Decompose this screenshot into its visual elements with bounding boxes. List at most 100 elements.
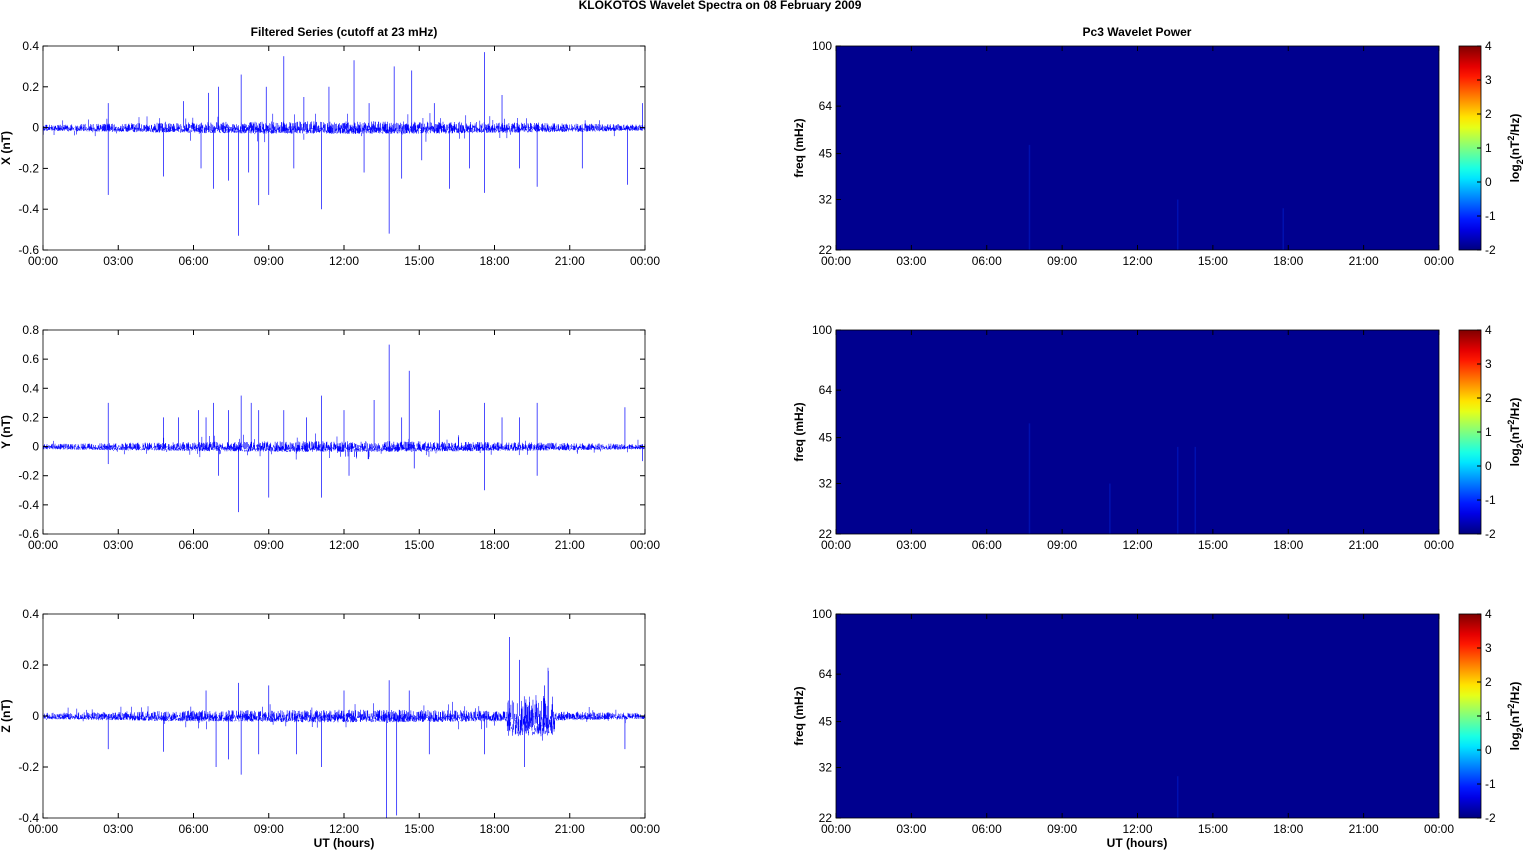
x-tick-label: 09:00 (1047, 538, 1077, 552)
x-tick-label: 12:00 (329, 822, 359, 836)
y-tick-label: 0.6 (22, 352, 39, 366)
x-tick-label: 03:00 (103, 254, 133, 268)
colorbar-label: log2(nT2/Hz) (1506, 682, 1525, 751)
colorbar-tick-label: -1 (1485, 493, 1496, 507)
y-tick-label: -0.2 (18, 760, 39, 774)
colorbar-tick-label: 4 (1485, 607, 1492, 621)
x-tick-label: 00:00 (1424, 254, 1454, 268)
y-tick-label: 45 (819, 715, 833, 729)
x-tick-label: 15:00 (404, 254, 434, 268)
wavelet-panel-x: 22324564100freq (mHz)00:00 03:00 06:00 09:0… (792, 39, 1525, 268)
x-tick-label: 03:00 (896, 822, 926, 836)
colorbar-label: log2(nT2/Hz) (1506, 114, 1525, 183)
colorbar-tick-label: 2 (1485, 675, 1492, 689)
x-tick-label: 18:00 (479, 822, 509, 836)
x-tick-label: 00:00 (630, 822, 660, 836)
x-tick-label: 00:00 (630, 538, 660, 552)
x-axis-label-right: UT (hours) (1107, 836, 1168, 850)
axes-box (42, 45, 646, 251)
x-tick-label: 15:00 (1198, 254, 1228, 268)
x-tick-label: 09:00 (254, 538, 284, 552)
colorbar-tick-label: 3 (1485, 73, 1492, 87)
colorbar-tick-label: 1 (1485, 709, 1492, 723)
x-tick-label: 15:00 (404, 822, 434, 836)
x-tick-label: 18:00 (479, 538, 509, 552)
x-tick-label: 06:00 (972, 538, 1002, 552)
colorbar-tick-label: -2 (1485, 527, 1496, 541)
x-tick-label: 03:00 (103, 538, 133, 552)
y-tick-label: 0 (32, 121, 39, 135)
y-tick-label: -0.2 (18, 161, 39, 175)
y-axis-label: X (nT) (0, 131, 13, 165)
filtered-panel-z: -0.4-0.200.20.4Z (nT)00:00 03:00 06:00 09:0… (0, 607, 660, 836)
colorbar-tick-label: 4 (1485, 39, 1492, 53)
y-tick-label: 0 (32, 709, 39, 723)
colorbar-tick-label: -2 (1485, 243, 1496, 257)
wavelet-panel-z: 22324564100freq (mHz)00:00 03:00 06:00 09:0… (792, 607, 1525, 836)
filtered-panel-x: -0.6-0.4-0.200.20.4X (nT)00:00 03:00 06:00… (0, 39, 660, 268)
x-tick-label: 03:00 (103, 822, 133, 836)
y-tick-label: 100 (812, 323, 832, 337)
wavelet-title: Pc3 Wavelet Power (1083, 25, 1192, 39)
colorbar-tick-label: 0 (1485, 459, 1492, 473)
figure-title: KLOKOTOS Wavelet Spectra on 08 February … (579, 0, 862, 12)
x-tick-label: 00:00 (821, 254, 851, 268)
colorbar-tick-label: 3 (1485, 357, 1492, 371)
x-tick-label: 12:00 (1122, 538, 1152, 552)
colorbar-tick-label: -2 (1485, 811, 1496, 825)
x-tick-label: 00:00 (28, 254, 58, 268)
x-tick-label: 21:00 (1349, 822, 1379, 836)
y-tick-label: 64 (819, 383, 833, 397)
colorbar-tick-label: 3 (1485, 641, 1492, 655)
x-tick-label: 21:00 (555, 538, 585, 552)
y-tick-label: 32 (819, 193, 833, 207)
y-tick-label: 32 (819, 761, 833, 775)
wavelet-panel-y: 22324564100freq (mHz)00:00 03:00 06:00 09:0… (792, 323, 1525, 552)
y-tick-label: 64 (819, 667, 833, 681)
x-tick-label: 21:00 (1349, 538, 1379, 552)
x-tick-label: 00:00 (630, 254, 660, 268)
x-tick-label: 09:00 (1047, 822, 1077, 836)
colorbar-tick-label: 1 (1485, 141, 1492, 155)
y-tick-label: -0.2 (18, 469, 39, 483)
y-tick-label: 64 (819, 99, 833, 113)
y-tick-label: 0.8 (22, 323, 39, 337)
x-tick-label: 06:00 (178, 538, 208, 552)
y-axis-label: freq (mHz) (792, 402, 806, 461)
x-tick-label: 12:00 (1122, 254, 1152, 268)
filtered-title: Filtered Series (cutoff at 23 mHz) (251, 25, 438, 39)
colorbar-tick-label: 4 (1485, 323, 1492, 337)
x-tick-label: 21:00 (555, 254, 585, 268)
heatmap (836, 46, 1439, 250)
y-tick-label: 45 (819, 147, 833, 161)
y-tick-label: 45 (819, 431, 833, 445)
x-tick-label: 00:00 (28, 538, 58, 552)
x-tick-label: 03:00 (896, 538, 926, 552)
wavelet-figure: KLOKOTOS Wavelet Spectra on 08 February … (0, 0, 1525, 850)
x-tick-label: 00:00 (1424, 538, 1454, 552)
x-tick-label: 00:00 (821, 822, 851, 836)
colorbar-tick-label: 1 (1485, 425, 1492, 439)
x-tick-label: 18:00 (479, 254, 509, 268)
x-tick-label: 21:00 (555, 822, 585, 836)
y-tick-label: -0.4 (18, 202, 39, 216)
x-tick-label: 09:00 (254, 822, 284, 836)
x-tick-label: 12:00 (329, 254, 359, 268)
colorbar-label: log2(nT2/Hz) (1506, 398, 1525, 467)
colorbar-tick-label: 2 (1485, 107, 1492, 121)
y-tick-label: 0.4 (22, 607, 39, 621)
y-tick-label: 0.4 (22, 381, 39, 395)
x-tick-label: 18:00 (1273, 538, 1303, 552)
x-axis-label-left: UT (hours) (314, 836, 375, 850)
y-axis-label: freq (mHz) (792, 686, 806, 745)
y-axis-label: freq (mHz) (792, 118, 806, 177)
y-tick-label: 100 (812, 607, 832, 621)
x-tick-label: 06:00 (178, 254, 208, 268)
colorbar-tick-label: 2 (1485, 391, 1492, 405)
x-tick-label: 21:00 (1349, 254, 1379, 268)
x-tick-label: 00:00 (821, 538, 851, 552)
colorbar-tick-label: -1 (1485, 777, 1496, 791)
x-tick-label: 06:00 (972, 254, 1002, 268)
y-tick-label: 0.4 (22, 39, 39, 53)
heatmap (836, 330, 1439, 534)
